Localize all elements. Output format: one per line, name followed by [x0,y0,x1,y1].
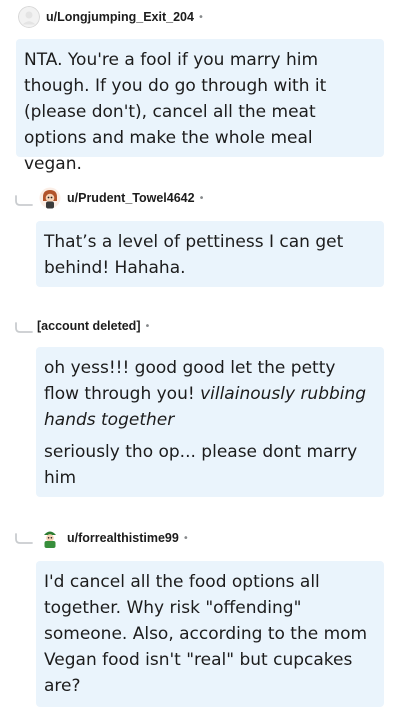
meta-separator: • [197,11,204,23]
reply-arrow-icon [15,533,33,544]
comment-header: u/Longjumping_Exit_204 • [18,4,204,30]
comment-text: oh yess!!! good good let the petty flow … [44,355,374,433]
comment-body: I'd cancel all the food options all toge… [36,561,384,707]
comment-2: u/Prudent_Towel4642 • That’s a level of … [0,165,400,295]
username[interactable]: u/Longjumping_Exit_204 [46,10,194,24]
user-avatar-icon[interactable] [39,187,61,209]
username[interactable]: u/forrealthistime99 [67,531,179,545]
comment-body: NTA. You're a fool if you marry him thou… [16,39,384,174]
reply-arrow-icon [15,195,33,206]
comment-3: [account deleted] • oh yess!!! good good… [0,295,400,507]
comment-body: oh yess!!! good good let the petty flow … [36,347,384,497]
comment-header: u/forrealthistime99 • [39,525,189,551]
comment-4: u/forrealthistime99 • I'd cancel all the… [0,507,400,722]
comment-body: That’s a level of pettiness I can get be… [36,221,384,287]
meta-separator: • [198,192,205,204]
comment-text: seriously tho op... please dont marry hi… [44,442,358,488]
comment-text: That’s a level of pettiness I can get be… [44,232,344,278]
comment-1: u/Longjumping_Exit_204 • NTA. You're a f… [0,0,400,174]
comment-text: I'd cancel all the food options all toge… [44,572,368,696]
username[interactable]: u/Prudent_Towel4642 [67,191,195,205]
comment-header: u/Prudent_Towel4642 • [39,185,205,211]
comment-text: NTA. You're a fool if you marry him thou… [24,50,327,174]
reply-arrow-icon [15,322,33,333]
username[interactable]: [account deleted] [37,319,141,333]
user-avatar-icon[interactable] [18,6,40,28]
meta-separator: • [144,320,151,332]
comment-header: [account deleted] • [37,313,150,339]
meta-separator: • [182,532,189,544]
user-avatar-icon[interactable] [39,527,61,549]
